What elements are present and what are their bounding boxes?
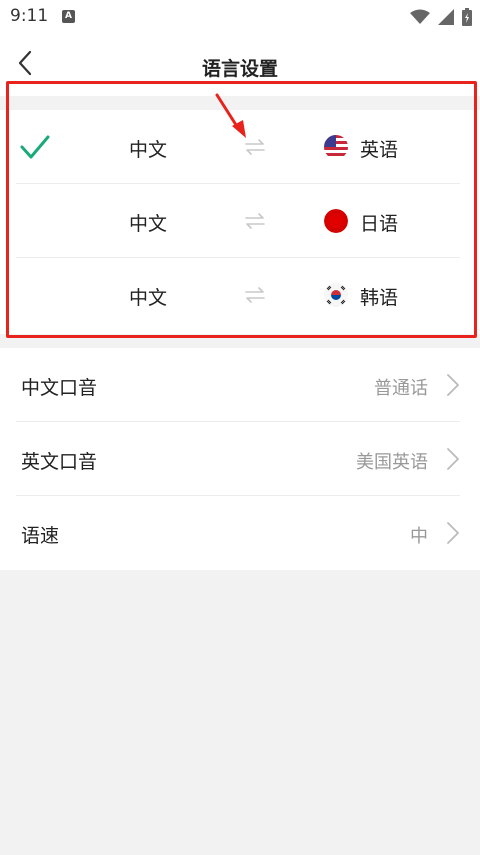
page-title: 语言设置 [201,58,278,80]
setting-value: 普通话 [374,378,428,399]
korea-flag-icon [324,283,348,307]
swap-arrows-icon [245,139,265,155]
wifi-icon [410,9,430,24]
status-bar: 9:11 A [0,0,480,34]
target-language: 韩语 [360,287,399,309]
language-pair-korean[interactable]: 中文 韩语 [0,258,480,332]
setting-label: 语速 [21,525,60,547]
target-language: 日语 [360,213,399,235]
status-icons [410,8,472,26]
chevron-right-icon [447,374,459,396]
status-time: 9:11 [10,6,49,26]
language-pair-english[interactable]: 中文 英语 [0,110,480,184]
checkmark-icon [20,135,50,159]
swap-arrows-icon [245,287,265,303]
setting-speech-speed[interactable]: 语速 中 [0,496,480,570]
source-language: 中文 [129,213,168,235]
setting-label: 中文口音 [21,377,98,399]
setting-label: 英文口音 [21,451,98,473]
japan-flag-icon [324,209,348,233]
setting-english-accent[interactable]: 英文口音 美国英语 [0,422,480,496]
language-pair-list: 中文 英语 中文 日语 中文 韩语 [0,110,480,334]
setting-value: 中 [410,526,428,547]
chevron-right-icon [447,522,459,544]
signal-icon [438,9,454,25]
voice-settings-list: 中文口音 普通话 英文口音 美国英语 语速 中 [0,348,480,570]
app-bar: 语言设置 [0,34,480,96]
setting-chinese-accent[interactable]: 中文口音 普通话 [0,348,480,422]
target-language: 英语 [360,139,399,161]
language-pair-japanese[interactable]: 中文 日语 [0,184,480,258]
chevron-right-icon [447,448,459,470]
setting-value: 美国英语 [356,452,428,473]
source-language: 中文 [129,287,168,309]
source-language: 中文 [129,139,168,161]
swap-arrows-icon [245,213,265,229]
us-flag-icon [324,135,348,159]
notification-icon: A [62,10,75,23]
battery-icon [462,8,472,26]
